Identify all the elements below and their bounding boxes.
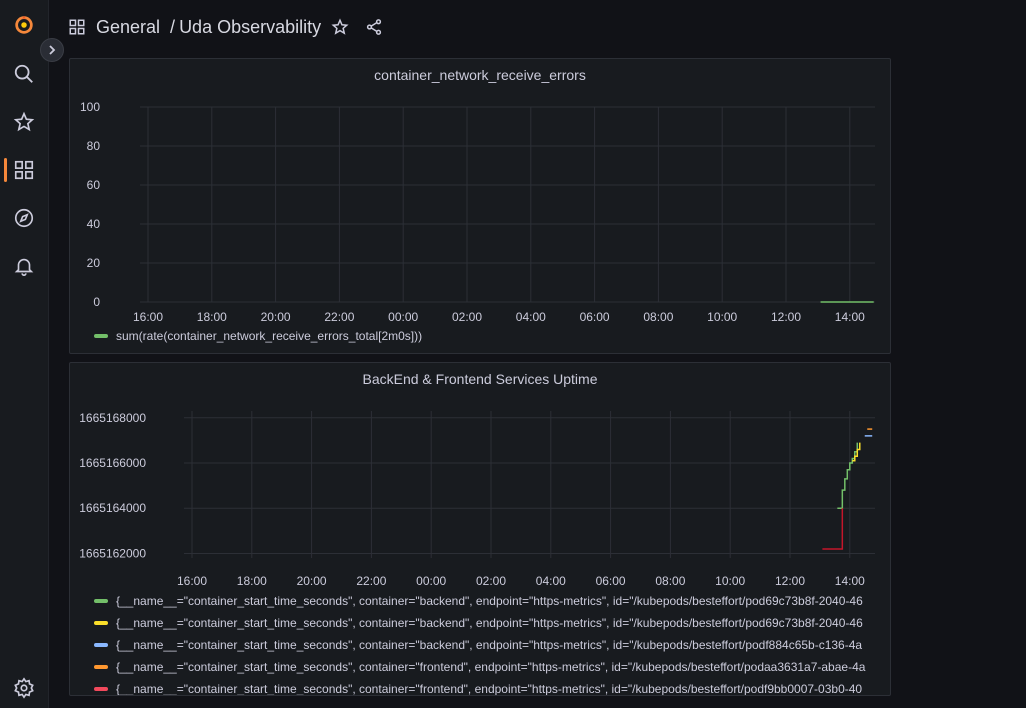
y-tick-label: 1665166000: [79, 456, 146, 470]
x-tick-label: 12:00: [771, 310, 801, 324]
x-tick-label: 06:00: [580, 310, 610, 324]
alerting-icon[interactable]: [12, 254, 36, 278]
x-tick-label: 08:00: [655, 574, 685, 588]
y-tick-label: 100: [80, 100, 100, 114]
legend-swatch: [94, 687, 108, 691]
x-tick-label: 06:00: [596, 574, 626, 588]
y-tick-label: 1665168000: [79, 411, 146, 425]
x-tick-label: 20:00: [261, 310, 291, 324]
explore-icon[interactable]: [12, 206, 36, 230]
y-tick-label: 60: [87, 178, 101, 192]
x-tick-label: 22:00: [324, 310, 354, 324]
legend-item[interactable]: {__name__="container_start_time_seconds"…: [94, 634, 884, 656]
breadcrumb-folder[interactable]: General: [96, 17, 160, 38]
x-tick-label: 00:00: [388, 310, 418, 324]
y-tick-label: 40: [87, 217, 101, 231]
x-tick-label: 14:00: [835, 310, 865, 324]
x-tick-label: 14:00: [835, 574, 865, 588]
settings-icon[interactable]: [12, 676, 36, 700]
x-tick-label: 16:00: [177, 574, 207, 588]
search-icon[interactable]: [12, 62, 36, 86]
legend-label: sum(rate(container_network_receive_error…: [116, 329, 423, 343]
legend-swatch: [94, 599, 108, 603]
legend-item[interactable]: {__name__="container_start_time_seconds"…: [94, 590, 884, 612]
x-tick-label: 04:00: [536, 574, 566, 588]
dashboards-grid-icon: [68, 18, 86, 36]
x-tick-label: 20:00: [297, 574, 327, 588]
legend: sum(rate(container_network_receive_error…: [94, 325, 884, 347]
x-tick-label: 12:00: [775, 574, 805, 588]
x-tick-label: 10:00: [715, 574, 745, 588]
page-toolbar: General / Uda Observability: [68, 14, 383, 40]
x-tick-label: 02:00: [476, 574, 506, 588]
breadcrumb-separator: /: [170, 16, 176, 37]
panel-network-errors[interactable]: container_network_receive_errors 0 20 40 60…: [69, 58, 891, 354]
x-tick-label: 08:00: [643, 310, 673, 324]
grafana-logo-icon[interactable]: [12, 13, 36, 37]
legend-swatch: [94, 665, 108, 669]
x-tick-label: 16:00: [133, 310, 163, 324]
legend-label: {__name__="container_start_time_seconds"…: [116, 638, 863, 652]
y-tick-label: 1665164000: [79, 501, 146, 515]
y-tick-label: 80: [87, 139, 101, 153]
dashboards-icon[interactable]: [12, 158, 36, 182]
expand-menu-button[interactable]: [40, 38, 64, 62]
star-icon[interactable]: [12, 110, 36, 134]
y-tick-label: 1665162000: [79, 546, 146, 560]
legend-label: {__name__="container_start_time_seconds"…: [116, 616, 863, 630]
y-tick-label: 20: [87, 256, 101, 270]
x-tick-label: 22:00: [356, 574, 386, 588]
legend-item[interactable]: {__name__="container_start_time_seconds"…: [94, 656, 884, 678]
x-tick-label: 02:00: [452, 310, 482, 324]
legend-swatch: [94, 621, 108, 625]
series-line: [837, 442, 859, 509]
legend-label: {__name__="container_start_time_seconds"…: [116, 594, 863, 608]
panel-services-uptime[interactable]: BackEnd & Frontend Services Uptime 16651…: [69, 362, 891, 696]
legend-item[interactable]: {__name__="container_start_time_seconds"…: [94, 612, 884, 634]
legend-item[interactable]: sum(rate(container_network_receive_error…: [94, 325, 884, 347]
x-tick-label: 10:00: [707, 310, 737, 324]
legend-label: {__name__="container_start_time_seconds"…: [116, 682, 863, 696]
legend-item[interactable]: {__name__="container_start_time_seconds"…: [94, 678, 884, 696]
series-line: [822, 508, 844, 550]
mark-favorite-icon[interactable]: [331, 18, 349, 36]
x-tick-label: 04:00: [516, 310, 546, 324]
chevron-right-icon: [49, 45, 56, 55]
legend-swatch: [94, 643, 108, 647]
legend-label: {__name__="container_start_time_seconds"…: [116, 660, 866, 674]
network-errors-chart: 0 20 40 60 80 100 16:00 18:00 20:00 22:00 00:00 02:…: [80, 100, 875, 324]
breadcrumb-dashboard[interactable]: Uda Observability: [179, 17, 321, 38]
legend-swatch: [94, 334, 108, 338]
x-tick-label: 18:00: [237, 574, 267, 588]
sidebar: [0, 0, 49, 708]
x-tick-label: 00:00: [416, 574, 446, 588]
y-tick-label: 0: [93, 295, 100, 309]
share-icon[interactable]: [365, 18, 383, 36]
legend: {__name__="container_start_time_seconds"…: [94, 590, 884, 696]
x-tick-label: 18:00: [197, 310, 227, 324]
active-indicator: [4, 158, 7, 182]
